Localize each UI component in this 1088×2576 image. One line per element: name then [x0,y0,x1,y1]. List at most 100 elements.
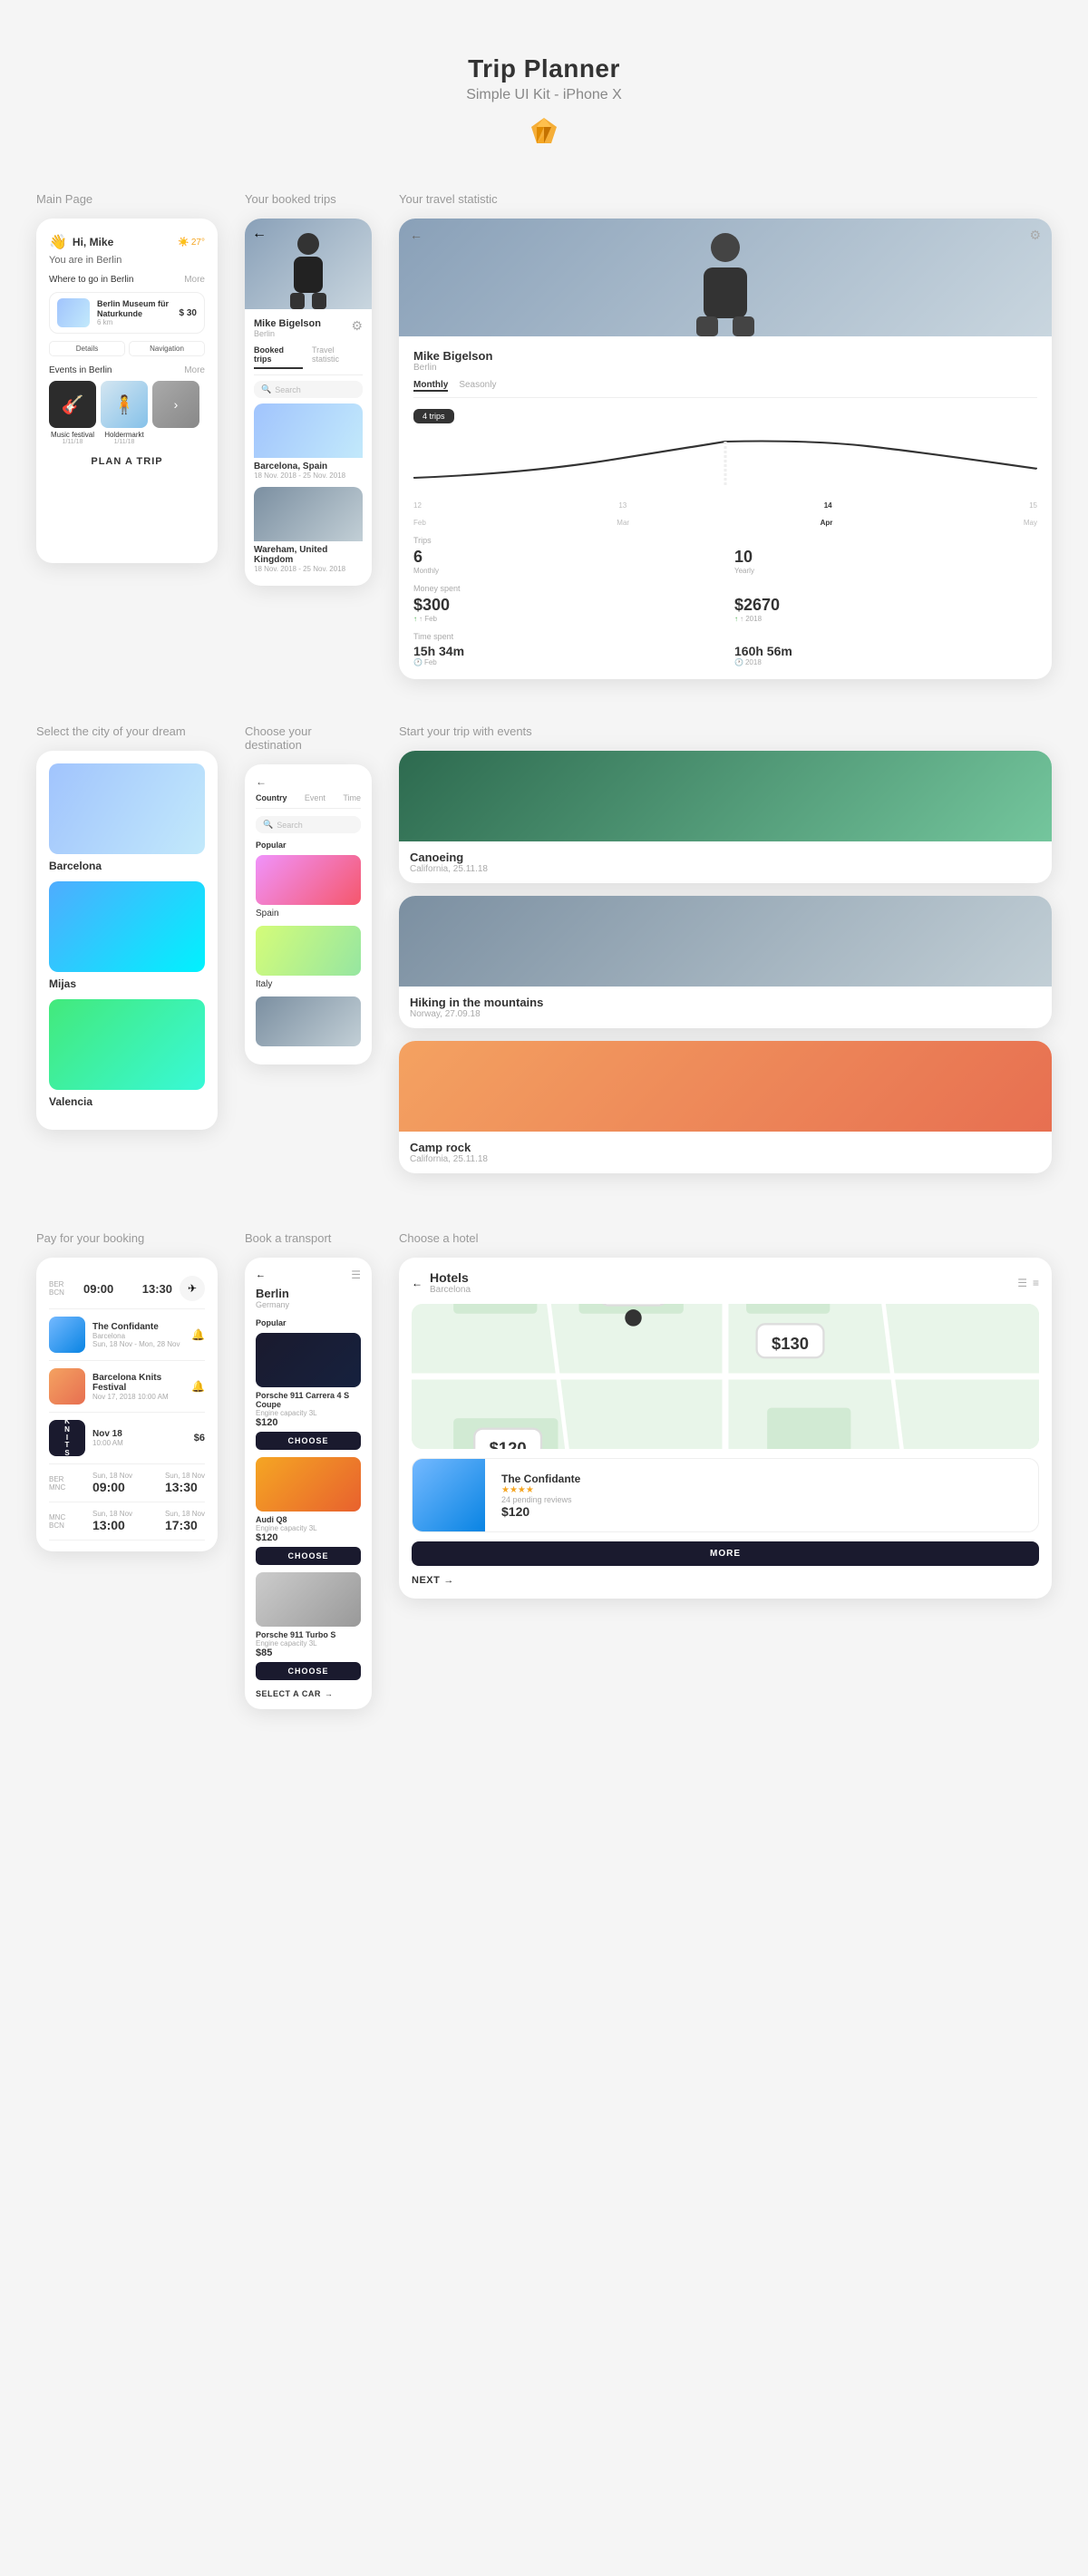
dest-tab-time[interactable]: Time [343,793,361,802]
choose-btn-1[interactable]: CHOOSE [256,1432,361,1450]
choose-btn-3[interactable]: CHOOSE [256,1662,361,1680]
stat-chart [413,433,1037,496]
transport-section: Book a transport ← ☰ Berlin Germany Popu… [245,1231,372,1709]
car-name-3: Porsche 911 Turbo S [256,1630,361,1639]
city-dream-section: Select the city of your dream Barcelona … [36,724,218,1130]
event-booking-name-1: The Confidante [92,1322,184,1332]
dest-thumb-3 [256,996,361,1046]
flight-to-1: BCN [49,1288,76,1297]
event-booking-info-1: The Confidante Barcelona Sun, 18 Nov - M… [92,1322,184,1348]
festival-info: Nov 18 10:00 AM [92,1429,187,1447]
flight-icon-1: ✈ [180,1276,205,1301]
menu-icon-transport[interactable]: ☰ [351,1269,361,1281]
trip-item-1: Barcelona, Spain 18 Nov. 2018 - 25 Nov. … [254,403,363,481]
hotel-city-sub: Barcelona [430,1285,471,1295]
flight-item-2: BER MNC Sun, 18 Nov 09:00 Sun, 18 Nov 13… [49,1464,205,1502]
dest-search[interactable]: 🔍 Search [256,816,361,833]
dest-tab-country[interactable]: Country [256,793,287,802]
trip-thumb-2 [254,487,363,541]
time-yearly-sub: 🕐 2018 [734,658,1037,666]
search-bar-mini[interactable]: 🔍 Search [254,381,363,398]
stat-tab-seasonly[interactable]: Seasonly [459,380,496,392]
gear-icon-stat[interactable]: ⚙ [1029,228,1041,243]
car-thumb-2 [256,1457,361,1512]
flight-route-col-2: BER MNC [49,1475,85,1492]
events-more[interactable]: More [184,365,205,375]
event-name-1: Music festival [51,431,94,439]
city-dream-label: Select the city of your dream [36,724,218,738]
transport-city: Berlin [256,1287,361,1300]
booked-tab-trips[interactable]: Booked trips [254,345,303,369]
flight-arrive-date-2: Sun, 18 Nov [165,1472,205,1480]
event-title-3: Camp rock [410,1141,1041,1154]
dest-item-italy: Italy [256,926,361,989]
city-thumb-mijas [49,881,205,972]
back-arrow-dest[interactable]: ← [256,775,361,788]
festival-date: Nov 18 [92,1429,187,1439]
back-arrow-hotel[interactable]: ← [412,1277,423,1289]
flight-depart-3: 13:00 [92,1518,132,1532]
more-btn[interactable]: MORE [412,1541,1039,1566]
car-item-3: Porsche 911 Turbo S Engine capacity 3L $… [256,1572,361,1680]
booked-tab-stat[interactable]: Travel statistic [312,345,363,369]
dest-tab-event[interactable]: Event [305,793,325,802]
header-section: Trip Planner Simple UI Kit - iPhone X [36,36,1052,147]
city-thumb-barcelona [49,763,205,854]
place-thumb [57,298,90,327]
where-go-more[interactable]: More [184,275,205,285]
navigation-btn[interactable]: Navigation [129,341,205,356]
flight-arrive-1: 13:30 [142,1282,172,1296]
stat-hero: ← ⚙ [399,219,1052,336]
stat-time: Time spent 15h 34m 🕐 Feb [413,632,716,666]
dest-item-3 [256,996,361,1046]
money-monthly-sub: ↑ ↑ Feb [413,615,716,623]
hotel-card-item: The Confidante ★★★★ 24 pending reviews $… [412,1458,1039,1532]
event-booking-thumb-1 [49,1317,85,1353]
stat-chart-labels: 12 13 14 15 [413,501,1037,510]
flight-to-3: BCN [49,1521,85,1530]
dest-card: ← Country Event Time 🔍 Search Popular Sp… [245,764,372,1064]
pay-card: BER BCN 09:00 13:30 ✈ [36,1258,218,1551]
back-arrow-booked[interactable]: ← [252,226,267,242]
stat-tab-monthly[interactable]: Monthly [413,380,448,392]
hotel-item-name: The Confidante [501,1473,1031,1485]
event-card-3: Camp rock California, 25.11.18 [399,1041,1052,1173]
stat-period-btn[interactable]: 4 trips [413,409,454,423]
back-arrow-transport[interactable]: ← [256,1269,271,1280]
next-btn[interactable]: NEXT → [412,1575,1039,1586]
back-arrow-stat[interactable]: ← [410,228,423,242]
trips-yearly-val: 10 [734,548,1037,567]
event-name-2: Holdermarkt [104,431,144,439]
filter-icon-hotel[interactable]: ☰ [1017,1277,1027,1289]
plan-trip-btn[interactable]: PLAN A TRIP [49,456,205,467]
trip-dest-1: Barcelona, Spain [254,462,363,471]
gear-icon[interactable]: ⚙ [351,318,363,334]
location-text: You are in Berlin [49,255,205,266]
hotel-card: ← Hotels Barcelona ☰ ≡ [399,1258,1052,1599]
dest-name-italy: Italy [256,979,361,989]
trip-dest-2: Wareham, United Kingdom [254,545,363,565]
hotel-title: Hotels [430,1270,471,1285]
car-price-1: $120 [256,1417,361,1428]
flight-from-2: BER [49,1475,85,1483]
page-wrapper: Trip Planner Simple UI Kit - iPhone X Ma… [0,0,1088,1809]
event-booking-1: The Confidante Barcelona Sun, 18 Nov - M… [49,1309,205,1361]
weather-badge: ☀️ 27° [178,238,205,248]
choose-btn-2[interactable]: CHOOSE [256,1547,361,1565]
stat-city: Berlin [413,363,1037,373]
transport-country: Germany [256,1300,361,1309]
event-card-2: Hiking in the mountains Norway, 27.09.18 [399,896,1052,1028]
sort-icon-hotel[interactable]: ≡ [1033,1277,1039,1289]
hotel-map: $120 $130 $120 [412,1304,1039,1449]
stat-tabs: Monthly Seasonly [413,380,1037,398]
flight-from-1: BER [49,1280,76,1288]
app-subtitle: Simple UI Kit - iPhone X [36,87,1052,103]
booked-city: Berlin [254,329,321,338]
details-btn[interactable]: Details [49,341,125,356]
booked-person-name: Mike Bigelson [254,318,321,329]
booked-trips-section: Your booked trips ← Mike Bigelson [245,192,372,586]
hotel-item-price: $120 [501,1504,1031,1519]
event-booking-date-2: Nov 17, 2018 10:00 AM [92,1393,184,1401]
money-monthly-val: $300 [413,596,716,615]
select-car-link[interactable]: SELECT A CAR → [256,1689,361,1698]
